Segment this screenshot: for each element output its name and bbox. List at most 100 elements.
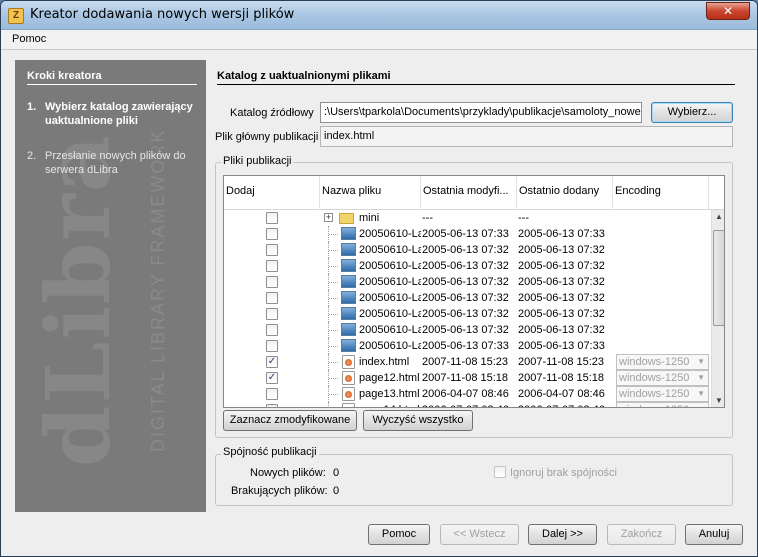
image-icon bbox=[341, 339, 356, 352]
title-bar[interactable]: Z Kreator dodawania nowych wersji plików… bbox=[1, 1, 757, 30]
table-row[interactable]: 20050610-La 2005-06-13 07:33 2005-06-13 07… bbox=[224, 226, 711, 242]
wizard-content: dLibra DIGITAL LIBRARY FRAMEWORK Kroki k… bbox=[1, 50, 757, 556]
file-added: 2007-11-08 15:18 bbox=[518, 372, 605, 384]
file-added: 2005-06-13 07:32 bbox=[518, 276, 605, 288]
clear-all-button[interactable]: Wyczyść wszystko bbox=[363, 410, 473, 431]
image-icon bbox=[341, 275, 356, 288]
file-added: 2007-11-08 15:23 bbox=[518, 356, 605, 368]
file-added: 2005-06-13 07:32 bbox=[518, 292, 605, 304]
file-name: index.html bbox=[359, 356, 410, 368]
add-checkbox[interactable] bbox=[266, 244, 278, 256]
table-row[interactable]: 20050610-La 2005-06-13 07:32 2005-06-13 07… bbox=[224, 274, 711, 290]
next-button[interactable]: Dalej >> bbox=[528, 524, 597, 545]
table-row[interactable]: page14.html2006-07-07 08:462006-07-07 08… bbox=[224, 402, 711, 407]
consistency-group-title: Spójność publikacji bbox=[221, 446, 319, 458]
table-header: Dodaj Nazwa pliku Ostatnia modyfi... Ost… bbox=[224, 176, 724, 210]
html-icon bbox=[342, 355, 355, 369]
tree-line bbox=[329, 266, 338, 267]
finish-button[interactable]: Zakończ bbox=[607, 524, 676, 545]
help-button[interactable]: Pomoc bbox=[368, 524, 430, 545]
scroll-down-icon[interactable]: ▼ bbox=[712, 394, 724, 407]
missing-files-value: 0 bbox=[333, 485, 340, 497]
step-label: Przesłanie nowych plików do serwera dLib… bbox=[45, 150, 186, 176]
col-modified[interactable]: Ostatnia modyfi... bbox=[421, 176, 517, 210]
add-checkbox-checked[interactable]: ✓ bbox=[266, 356, 278, 368]
file-name: page13.html bbox=[359, 388, 420, 400]
chevron-down-icon: ▼ bbox=[697, 373, 705, 382]
add-checkbox[interactable] bbox=[266, 276, 278, 288]
file-modified: 2005-06-13 07:33 bbox=[422, 228, 509, 240]
encoding-value: windows-1250 bbox=[619, 388, 690, 400]
file-modified: 2007-11-08 15:18 bbox=[422, 372, 509, 384]
add-checkbox-checked[interactable]: ✓ bbox=[266, 372, 278, 384]
col-filename[interactable]: Nazwa pliku bbox=[320, 176, 421, 210]
tree-line bbox=[329, 282, 338, 283]
add-checkbox[interactable] bbox=[266, 308, 278, 320]
add-checkbox[interactable] bbox=[266, 212, 278, 224]
html-icon bbox=[342, 387, 355, 401]
browse-button[interactable]: Wybierz... bbox=[651, 102, 733, 123]
add-checkbox[interactable] bbox=[266, 388, 278, 400]
tree-line bbox=[329, 346, 338, 347]
back-button[interactable]: << Wstecz bbox=[440, 524, 519, 545]
col-encoding[interactable]: Encoding bbox=[613, 176, 709, 210]
cancel-button[interactable]: Anuluj bbox=[685, 524, 743, 545]
add-checkbox[interactable] bbox=[266, 340, 278, 352]
scroll-up-icon[interactable]: ▲ bbox=[712, 210, 724, 224]
encoding-select[interactable]: windows-1250 ▼ bbox=[616, 354, 709, 370]
table-row[interactable]: 20050610-La 2005-06-13 07:32 2005-06-13 07… bbox=[224, 258, 711, 274]
source-dir-input[interactable]: :\Users\tparkola\Documents\przyklady\pub… bbox=[320, 102, 642, 123]
file-name: page14.html bbox=[359, 402, 421, 407]
file-name: mini bbox=[359, 212, 380, 224]
table-row[interactable]: 20050610-La 2005-06-13 07:32 2005-06-13 07… bbox=[224, 242, 711, 258]
scroll-thumb[interactable] bbox=[713, 230, 724, 326]
table-row[interactable]: page13.html 2006-04-07 08:46 2006-04-07 08… bbox=[224, 386, 711, 402]
file-added: 2005-06-13 07:33 bbox=[518, 228, 605, 240]
table-row[interactable]: ✓ page12.html 2007-11-08 15:18 2007-11-08 1… bbox=[224, 370, 711, 386]
file-modified: 2007-11-08 15:23 bbox=[422, 356, 509, 368]
encoding-select[interactable]: windows-1250 ▼ bbox=[616, 402, 709, 407]
add-checkbox[interactable] bbox=[266, 228, 278, 240]
close-button[interactable]: ✕ bbox=[706, 2, 750, 20]
step-number: 2. bbox=[27, 150, 37, 162]
ignore-consistency-label: Ignoruj brak spójności bbox=[510, 467, 618, 479]
step-label: Wybierz katalog zawierający uaktualnione… bbox=[45, 101, 193, 127]
dlibra-tagline: DIGITAL LIBRARY FRAMEWORK bbox=[148, 128, 168, 452]
image-icon bbox=[341, 227, 356, 240]
section-title: Katalog z uaktualnionymi plikami bbox=[217, 70, 735, 85]
add-checkbox[interactable] bbox=[266, 260, 278, 272]
table-row[interactable]: 20050610-La 2005-06-13 07:33 2005-06-13 07… bbox=[224, 338, 711, 354]
expand-icon[interactable]: + bbox=[324, 213, 333, 222]
file-name: 20050610-La bbox=[359, 340, 421, 352]
file-name: 20050610-La bbox=[359, 244, 421, 256]
chevron-down-icon: ▼ bbox=[697, 357, 705, 366]
table-row[interactable]: ✓ index.html 2007-11-08 15:23 2007-11-08 15… bbox=[224, 354, 711, 370]
table-row[interactable]: 20050610-La 2005-06-13 07:32 2005-06-13 07… bbox=[224, 290, 711, 306]
new-files-label: Nowych plików: bbox=[250, 467, 326, 479]
col-added[interactable]: Ostatnio dodany bbox=[517, 176, 613, 210]
menu-item-help[interactable]: Pomoc bbox=[12, 33, 46, 45]
file-added: --- bbox=[518, 212, 529, 224]
tree-line bbox=[329, 378, 338, 379]
add-checkbox[interactable] bbox=[266, 292, 278, 304]
col-add[interactable]: Dodaj bbox=[224, 176, 320, 210]
wizard-window: Z Kreator dodawania nowych wersji plików… bbox=[0, 0, 758, 557]
file-modified: 2005-06-13 07:32 bbox=[422, 260, 509, 272]
ignore-consistency-checkbox[interactable] bbox=[494, 466, 506, 478]
image-icon bbox=[341, 291, 356, 304]
table-scrollbar[interactable]: ▲ ▼ bbox=[711, 210, 724, 407]
mark-modified-button[interactable]: Zaznacz zmodyfikowane bbox=[223, 410, 357, 431]
missing-files-label: Brakujących plików: bbox=[231, 485, 328, 497]
encoding-select[interactable]: windows-1250 ▼ bbox=[616, 386, 709, 402]
table-row[interactable]: + mini --- --- bbox=[224, 210, 711, 226]
image-icon bbox=[341, 307, 356, 320]
tree-line bbox=[329, 330, 338, 331]
add-checkbox[interactable] bbox=[266, 324, 278, 336]
table-row[interactable]: 20050610-La 2005-06-13 07:32 2005-06-13 07… bbox=[224, 322, 711, 338]
encoding-value: windows-1250 bbox=[619, 372, 690, 384]
file-modified: 2005-06-13 07:33 bbox=[422, 340, 509, 352]
add-checkbox[interactable] bbox=[266, 404, 278, 407]
table-row[interactable]: 20050610-La 2005-06-13 07:32 2005-06-13 07… bbox=[224, 306, 711, 322]
window-title: Kreator dodawania nowych wersji plików bbox=[30, 7, 295, 22]
encoding-select[interactable]: windows-1250 ▼ bbox=[616, 370, 709, 386]
